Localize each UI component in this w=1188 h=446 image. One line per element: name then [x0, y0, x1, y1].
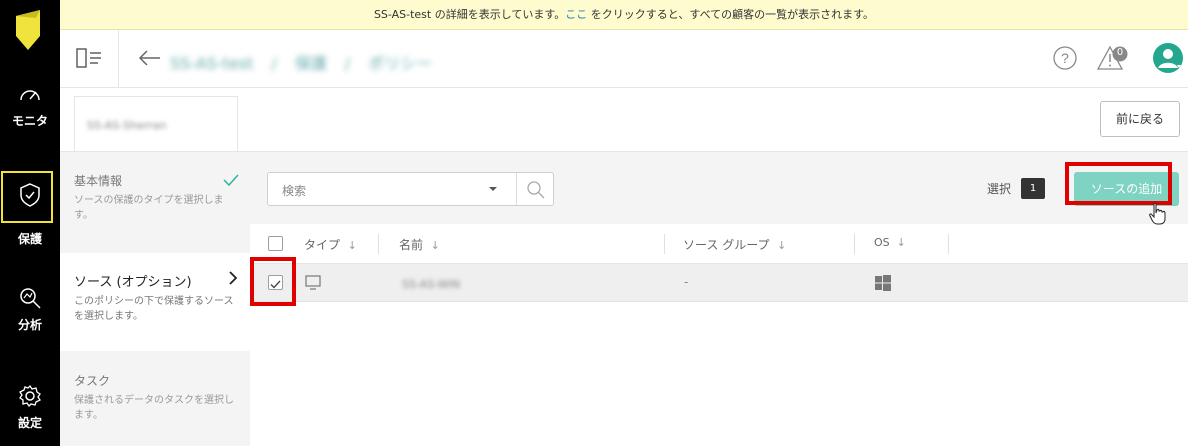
sort-arrow-icon: ↓ — [430, 239, 440, 252]
search-placeholder: 検索 — [282, 184, 307, 198]
column-divider — [664, 234, 665, 254]
nav-label-monitor: モニタ — [11, 114, 48, 128]
highlight-box-row-checkbox — [250, 257, 296, 306]
toolbar: 検索 選択 1 ソースの追加 — [250, 152, 1188, 225]
banner-text-after: をクリックすると、すべての顧客の一覧が表示されます。 — [587, 8, 875, 21]
sort-arrow-icon: ↓ — [777, 239, 787, 252]
main-content: 検索 選択 1 ソースの追加 タイプ ↓ 名前 ↓ ソース グループ ↓ OS … — [250, 152, 1188, 446]
svg-text:?: ? — [1061, 50, 1069, 66]
selected-count-badge: 1 — [1021, 178, 1045, 199]
search-icon[interactable] — [526, 180, 546, 200]
magnifier-chart-icon — [20, 288, 41, 309]
column-header-os[interactable]: OS ↓ — [874, 236, 906, 249]
nav-monitor[interactable]: モニタ — [0, 84, 60, 129]
source-name[interactable]: SS-AS-WIN — [402, 278, 460, 291]
nav-label-settings: 設定 — [17, 416, 42, 430]
shield-check-icon — [20, 183, 40, 207]
breadcrumb: SS-AS-test / 保護 / ポリシー — [170, 50, 450, 74]
source-group: - — [684, 275, 689, 289]
chevron-right-icon — [229, 271, 238, 285]
column-divider — [948, 234, 949, 254]
wizard-steps: 基本情報 ソースの保護のタイプを選択します。 ソース (オプション) このポリシ… — [60, 152, 250, 446]
step-title: 基本情報 — [74, 174, 123, 188]
gear-icon — [19, 384, 41, 408]
logo-icon[interactable] — [14, 10, 42, 50]
monitor-icon — [305, 275, 321, 290]
nav-protect-label-wrap: 保護 — [0, 224, 60, 247]
banner-text-before: SS-AS-test の詳細を表示しています。 — [373, 8, 566, 21]
breadcrumb-separator: / — [271, 54, 277, 73]
select-all-checkbox[interactable] — [268, 236, 283, 251]
step-tasks[interactable]: タスク 保護されるデータのタスクを選択します。 — [60, 372, 250, 423]
column-label: 名前 — [399, 238, 424, 252]
column-header-name[interactable]: 名前 ↓ — [399, 236, 440, 253]
back-arrow-icon[interactable] — [138, 50, 162, 66]
breadcrumb-item-protect[interactable]: 保護 — [295, 54, 327, 73]
nav-protect[interactable] — [0, 183, 60, 207]
sort-arrow-icon: ↓ — [896, 236, 906, 249]
breadcrumb-separator: / — [344, 54, 351, 73]
user-avatar-icon[interactable] — [1153, 43, 1183, 73]
windows-icon — [875, 275, 891, 291]
selected-label: 選択 — [987, 182, 1012, 196]
column-header-type[interactable]: タイプ ↓ — [304, 236, 357, 253]
column-header-source-group[interactable]: ソース グループ ↓ — [683, 236, 786, 253]
check-icon — [223, 174, 239, 186]
column-label: OS — [874, 236, 890, 249]
header-divider — [118, 30, 119, 87]
column-label: タイプ — [304, 238, 341, 252]
nav-label-protect: 保護 — [17, 232, 42, 246]
search-field[interactable]: 検索 — [267, 172, 554, 206]
sub-header: SS-AS-Sherran 前に戻る — [60, 88, 1188, 152]
sort-arrow-icon: ↓ — [347, 239, 357, 252]
dropdown-caret-icon[interactable] — [488, 186, 498, 192]
table-header: タイプ ↓ 名前 ↓ ソース グループ ↓ OS ↓ — [250, 224, 1188, 264]
hand-cursor-icon — [1149, 202, 1166, 225]
breadcrumb-item-customer[interactable]: SS-AS-test — [170, 54, 253, 73]
highlight-box-add-button — [1065, 162, 1172, 205]
step-basic-info[interactable]: 基本情報 ソースの保護のタイプを選択します。 — [60, 172, 250, 223]
info-banner: SS-AS-test の詳細を表示しています。ここ をクリックすると、すべての顧… — [60, 0, 1188, 30]
step-sources[interactable]: ソース (オプション) このポリシーの下で保護するソースを選択します。 — [60, 253, 250, 351]
table-row[interactable]: SS-AS-WIN - — [250, 264, 1188, 302]
column-divider — [854, 234, 855, 254]
step-description: このポリシーの下で保護するソースを選択します。 — [74, 296, 234, 322]
step-title: タスク — [74, 374, 111, 388]
step-title: ソース (オプション) — [74, 275, 192, 290]
left-nav: モニタ 保護 分析 設定 — [0, 0, 60, 446]
help-icon[interactable]: ? — [1052, 45, 1078, 71]
column-divider — [378, 234, 379, 254]
gauge-icon — [20, 90, 40, 101]
nav-settings[interactable]: 設定 — [0, 384, 60, 431]
breadcrumb-item-policy: ポリシー — [368, 54, 433, 73]
panel-toggle-icon[interactable] — [76, 48, 102, 68]
alert-icon — [1096, 45, 1128, 70]
policy-name-tab: SS-AS-Sherran — [74, 96, 238, 152]
page-header: SS-AS-test / 保護 / ポリシー ? 0 — [60, 30, 1188, 88]
back-button[interactable]: 前に戻る — [1100, 101, 1180, 137]
alerts-button[interactable]: 0 — [1096, 44, 1130, 72]
nav-label-analyze: 分析 — [17, 318, 42, 332]
policy-name: SS-AS-Sherran — [87, 119, 167, 132]
step-description: ソースの保護のタイプを選択します。 — [74, 195, 224, 221]
search-divider — [516, 173, 517, 205]
banner-link[interactable]: ここ — [565, 8, 587, 21]
alert-count-badge: 0 — [1116, 47, 1124, 58]
column-label: ソース グループ — [683, 238, 770, 252]
nav-analyze[interactable]: 分析 — [0, 286, 60, 333]
step-description: 保護されるデータのタスクを選択します。 — [74, 395, 234, 421]
